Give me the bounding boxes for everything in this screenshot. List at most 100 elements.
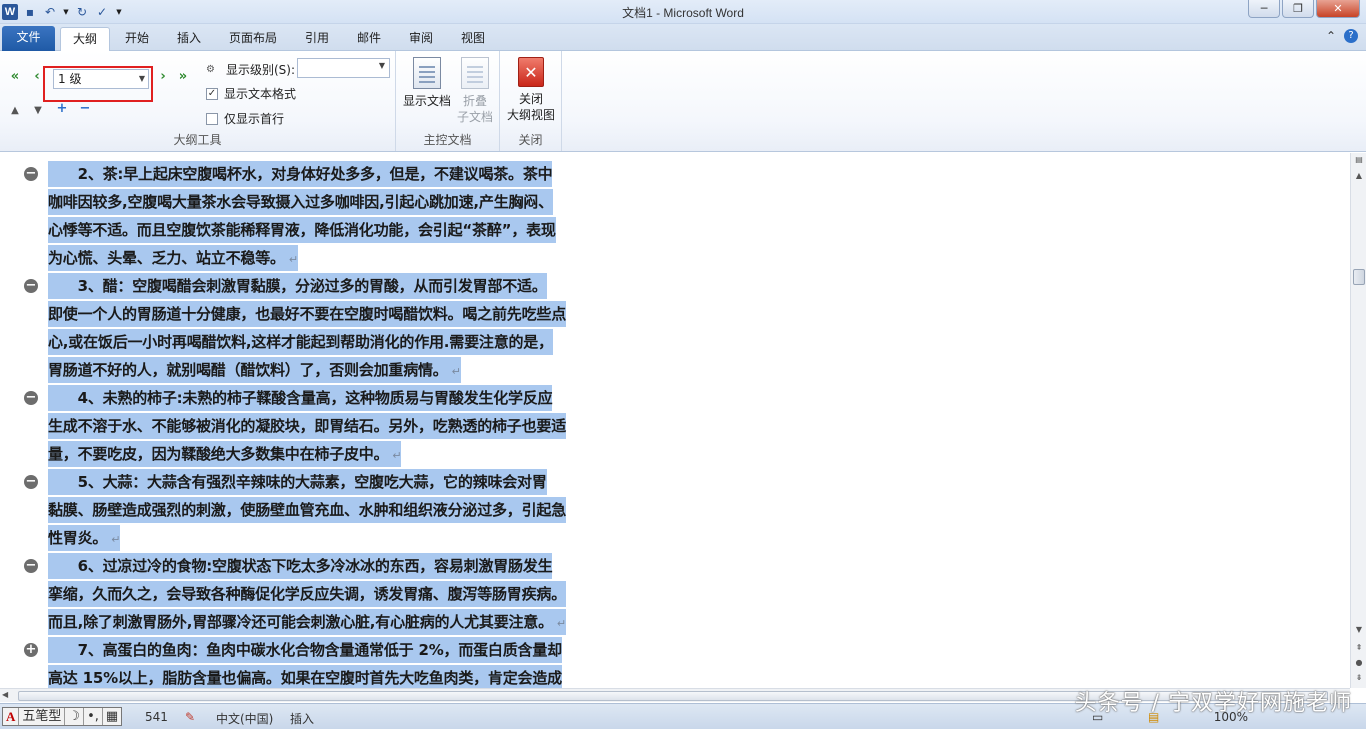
tab-references[interactable]: 引用 [296, 27, 338, 51]
move-down-icon[interactable]: ▼ [29, 103, 47, 119]
expand-icon[interactable]: + [53, 101, 71, 117]
ruler-toggle-icon[interactable]: ▤ [1352, 153, 1366, 167]
ime-toolbar[interactable]: A 五笔型 ☽ •, ▦ [2, 707, 123, 726]
show-text-format-row[interactable]: ✓ 显示文本格式 [206, 85, 296, 102]
minimize-ribbon-icon[interactable]: ⌃ [1326, 29, 1336, 43]
paragraph-line[interactable]: 咖啡因较多,空腹喝大量茶水会导致摄入过多咖啡因,引起心跳加速,产生胸闷、 [48, 189, 553, 215]
level-select-highlight: 1 级 ▼ [43, 66, 153, 102]
tab-insert[interactable]: 插入 [168, 27, 210, 51]
move-up-icon[interactable]: ▲ [6, 103, 24, 119]
group-label-master-document: 主控文档 [423, 133, 472, 147]
tab-mailings[interactable]: 邮件 [348, 27, 390, 51]
paragraph-line[interactable]: 量，不要吃皮，因为鞣酸绝大多数集中在柿子皮中。 ↵ [48, 441, 402, 467]
paragraph-text: 黏膜、肠壁造成强烈的刺激，使肠壁血管充血、水肿和组织液分泌过多，引起急 [48, 501, 567, 519]
close-button[interactable]: ✕ [1316, 0, 1360, 18]
insert-mode-indicator[interactable]: 插入 [290, 710, 314, 727]
close-outline-view-button[interactable]: ✕ 关闭 大纲视图 [504, 57, 558, 123]
window-controls: ─ ❐ ✕ [1248, 0, 1360, 18]
paragraph-mark: ↵ [111, 533, 121, 546]
tab-outline[interactable]: 大纲 [60, 27, 110, 52]
paragraph-line[interactable]: 性胃炎。 ↵ [48, 525, 120, 551]
paragraph-text: 心,或在饭后一小时再喝醋饮料,这样才能起到帮助消化的作用.需要注意的是， [48, 333, 553, 351]
paragraph-line[interactable]: 7、高蛋白的鱼肉：鱼肉中碳水化合物含量通常低于 2%，而蛋白质含量却 [48, 637, 562, 663]
paragraph-text: 4、未熟的柿子:未熟的柿子鞣酸含量高，这种物质易与胃酸发生化学反应 [48, 389, 553, 407]
select-browse-object-icon[interactable]: ● [1352, 656, 1366, 670]
paragraph-line[interactable]: 黏膜、肠壁造成强烈的刺激，使肠壁血管充血、水肿和组织液分泌过多，引起急 [48, 497, 566, 523]
previous-page-icon[interactable]: ⇞ [1352, 641, 1366, 655]
vertical-scrollbar[interactable]: ▤ ▲ ▼ ⇞ ● ⇟ [1350, 153, 1366, 688]
restore-button[interactable]: ❐ [1282, 0, 1314, 18]
paragraph-mark: ↵ [288, 253, 298, 266]
tab-view[interactable]: 视图 [452, 27, 494, 51]
paragraph-line[interactable]: 心,或在饭后一小时再喝醋饮料,这样才能起到帮助消化的作用.需要注意的是， [48, 329, 553, 355]
paragraph-line[interactable]: 即使一个人的胃肠道十分健康，也最好不要在空腹时喝醋饮料。喝之前先吃些点 [48, 301, 566, 327]
group-close: ✕ 关闭 大纲视图 关闭 [500, 51, 562, 151]
outline-collapse-icon[interactable]: − [24, 559, 38, 573]
show-first-line-checkbox[interactable] [206, 112, 218, 125]
collapse-icon[interactable]: − [76, 101, 94, 117]
show-level-row: ⚙ 显示级别(S): [206, 61, 295, 78]
paragraph-text: 咖啡因较多,空腹喝大量茶水会导致摄入过多咖啡因,引起心跳加速,产生胸闷、 [48, 193, 553, 211]
paragraph-line[interactable]: 挛缩，久而久之，会导致各种酶促化学反应失调，诱发胃痛、腹泻等肠胃疾病。 [48, 581, 566, 607]
paragraph-line[interactable]: 2、茶:早上起床空腹喝杯水，对身体好处多多，但是，不建议喝茶。茶中 [48, 161, 553, 187]
paragraph-text: 生成不溶于水、不能够被消化的凝胶块，即胃结石。另外，吃熟透的柿子也要适 [48, 417, 567, 435]
ribbon-help-area: ⌃ ? [1326, 29, 1358, 43]
tab-home[interactable]: 开始 [116, 27, 158, 51]
paragraph-line[interactable]: 4、未熟的柿子:未熟的柿子鞣酸含量高，这种物质易与胃酸发生化学反应 [48, 385, 553, 411]
paragraph-line[interactable]: 心悸等不适。而且空腹饮茶能稀释胃液，降低消化功能，会引起“茶醉”，表现 [48, 217, 556, 243]
show-first-line-row[interactable]: 仅显示首行 [206, 110, 284, 127]
ime-halfwidth-icon[interactable]: ☽ [65, 708, 85, 725]
scroll-up-icon[interactable]: ▲ [1352, 169, 1366, 183]
demote-to-body-icon[interactable]: » [174, 69, 192, 85]
outline-level-dropdown[interactable]: 1 级 ▼ [53, 69, 149, 89]
ime-keyboard-icon[interactable]: ▦ [103, 708, 121, 725]
outline-collapse-icon[interactable]: − [24, 279, 38, 293]
paragraph-text: 7、高蛋白的鱼肉：鱼肉中碳水化合物含量通常低于 2%，而蛋白质含量却 [48, 641, 563, 659]
paragraph-line[interactable]: 6、过凉过冷的食物:空腹状态下吃太多冷冰冰的东西，容易刺激胃肠发生 [48, 553, 553, 579]
paragraph-text: 性胃炎。 [48, 529, 108, 547]
minimize-button[interactable]: ─ [1248, 0, 1280, 18]
show-document-button[interactable]: 显示文档 [402, 57, 452, 109]
paragraph-line[interactable]: 胃肠道不好的人，就别喝醋（醋饮料）了，否则会加重病情。 ↵ [48, 357, 461, 383]
scroll-down-icon[interactable]: ▼ [1352, 623, 1366, 637]
paragraph-text: 胃肠道不好的人，就别喝醋（醋饮料）了，否则会加重病情。 [48, 361, 448, 379]
vertical-scroll-thumb[interactable] [1353, 269, 1365, 285]
tab-review[interactable]: 审阅 [400, 27, 442, 51]
scroll-left-icon[interactable]: ◀ [2, 690, 8, 699]
close-icon: ✕ [518, 57, 544, 87]
paragraph-line[interactable]: 3、醋：空腹喝醋会刺激胃黏膜，分泌过多的胃酸，从而引发胃部不适。 [48, 273, 547, 299]
paragraph-line[interactable]: 而且,除了刺激胃肠外,胃部骤冷还可能会刺激心脏,有心脏病的人尤其要注意。 ↵ [48, 609, 566, 635]
language-indicator[interactable]: 中文(中国) [216, 710, 273, 727]
show-document-icon [413, 57, 441, 89]
outline-collapse-icon[interactable]: − [24, 391, 38, 405]
outline-expand-icon[interactable]: + [24, 643, 38, 657]
ime-punctuation-icon[interactable]: •, [84, 708, 103, 725]
paragraph-mark: ↵ [556, 617, 566, 630]
show-level-dropdown[interactable]: ▼ [297, 58, 390, 78]
demote-icon[interactable]: › [154, 69, 172, 85]
paragraph-text: 而且,除了刺激胃肠外,胃部骤冷还可能会刺激心脏,有心脏病的人尤其要注意。 [48, 613, 553, 631]
tab-file[interactable]: 文件 [2, 26, 55, 51]
outline-level-value: 1 级 [58, 72, 82, 86]
paragraph-line[interactable]: 高达 15%以上，脂肪含量也偏高。如果在空腹时首先大吃鱼肉类，肯定会造成 [48, 665, 562, 688]
document-area[interactable]: − 2、茶:早上起床空腹喝杯水，对身体好处多多，但是，不建议喝茶。茶中咖啡因较多… [0, 153, 1350, 688]
ime-logo-icon[interactable]: A [3, 708, 20, 725]
ribbon: « ‹ 1 级 ▼ › » ▲ ▼ + − ⚙ 显示级别(S): ▼ ✓ 显示文… [0, 51, 1366, 152]
promote-to-heading1-icon[interactable]: « [6, 69, 24, 85]
outline-collapse-icon[interactable]: − [24, 475, 38, 489]
outline-collapse-icon[interactable]: − [24, 167, 38, 181]
proofing-icon[interactable]: ✎ [185, 710, 195, 724]
window-title: 文档1 - Microsoft Word [622, 6, 744, 20]
word-count[interactable]: 541 [145, 710, 168, 724]
collapse-subdocuments-button[interactable]: 折叠 子文档 [454, 57, 496, 125]
show-text-format-checkbox[interactable]: ✓ [206, 87, 218, 100]
show-level-label: 显示级别(S): [226, 63, 296, 77]
next-page-icon[interactable]: ⇟ [1352, 671, 1366, 685]
ime-name[interactable]: 五笔型 [19, 708, 66, 725]
paragraph-line[interactable]: 生成不溶于水、不能够被消化的凝胶块，即胃结石。另外，吃熟透的柿子也要适 [48, 413, 566, 439]
paragraph-line[interactable]: 为心慌、头晕、乏力、站立不稳等。 ↵ [48, 245, 298, 271]
help-icon[interactable]: ? [1344, 29, 1358, 43]
paragraph-line[interactable]: 5、大蒜：大蒜含有强烈辛辣味的大蒜素，空腹吃大蒜，它的辣味会对胃 [48, 469, 547, 495]
tab-page-layout[interactable]: 页面布局 [222, 27, 284, 51]
group-outline-tools: « ‹ 1 级 ▼ › » ▲ ▼ + − ⚙ 显示级别(S): ▼ ✓ 显示文… [0, 51, 396, 151]
